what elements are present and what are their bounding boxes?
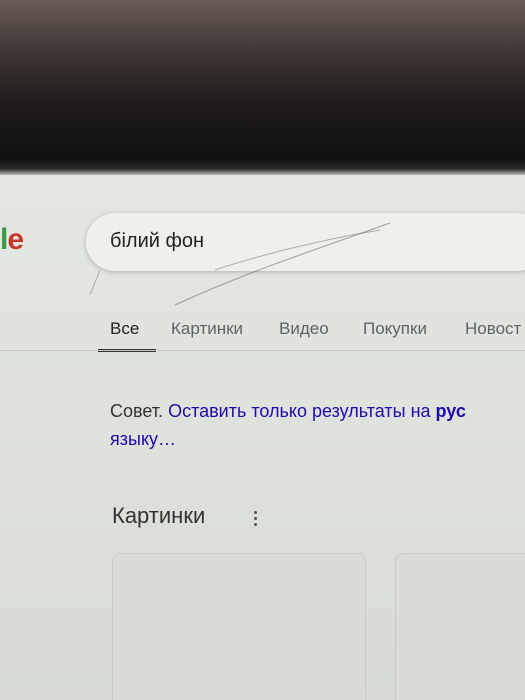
tip-link[interactable]: Оставить только результаты на <box>168 401 430 421</box>
tab-images[interactable]: Картинки <box>171 319 243 339</box>
search-tabs: Все Картинки Видео Покупки Новост <box>0 305 525 353</box>
images-section-title: Картинки <box>112 503 206 528</box>
google-logo[interactable]: le <box>0 223 24 257</box>
tip-link-line2[interactable]: языку… <box>110 429 176 449</box>
tabs-divider <box>0 350 525 351</box>
tab-all[interactable]: Все <box>110 319 139 339</box>
language-tip: Совет. Оставить только результаты на рус… <box>110 397 525 453</box>
monitor-bezel <box>0 0 525 175</box>
tab-shopping[interactable]: Покупки <box>363 319 427 339</box>
tab-video[interactable]: Видео <box>279 319 329 339</box>
monitor-edge <box>0 158 525 176</box>
image-result-card[interactable] <box>395 553 525 700</box>
tab-news[interactable]: Новост <box>465 319 521 339</box>
logo-letter-e: e <box>7 223 24 256</box>
image-result-card[interactable] <box>112 553 366 700</box>
search-box[interactable]: білий фон <box>86 213 525 271</box>
more-vert-icon[interactable] <box>250 511 260 529</box>
browser-screen: le білий фон Все Картинки Видео Покупки … <box>0 175 525 700</box>
search-input[interactable]: білий фон <box>110 230 204 253</box>
tip-prefix: Совет. <box>110 401 164 421</box>
tip-language-link[interactable]: рус <box>436 401 466 421</box>
